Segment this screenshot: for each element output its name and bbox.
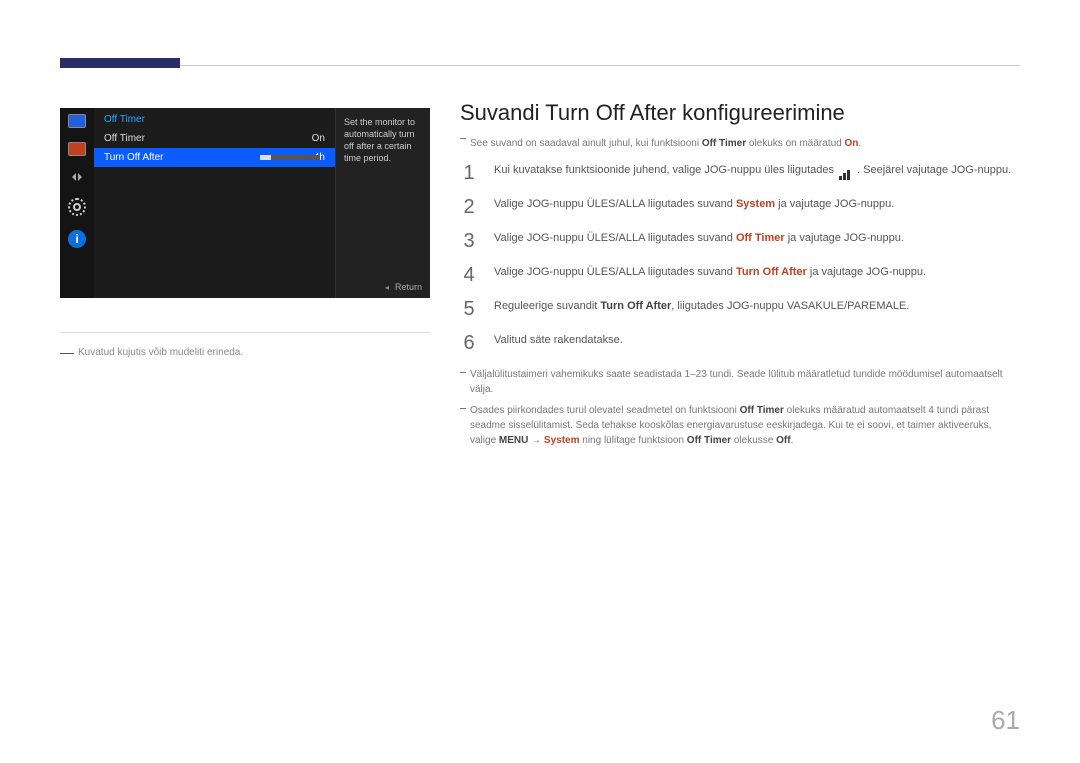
info-icon: i (68, 230, 86, 248)
chapter-color-bar (60, 58, 180, 68)
osd-turnoff-label: Turn Off After (104, 152, 163, 163)
osd-main-panel: Off Timer Off Timer On Turn Off After 4h… (94, 108, 335, 298)
step-1: 1 Kui kuvatakse funktsioonide juhend, va… (460, 163, 1020, 183)
offtimer-label: Off Timer (740, 405, 784, 416)
menu-label: MENU (499, 435, 528, 446)
step-number: 1 (460, 163, 478, 183)
osd-section-title: Off Timer (94, 108, 335, 129)
figure-separator (60, 332, 430, 333)
system-label: System (544, 435, 580, 446)
note-on-value: On (845, 138, 859, 149)
screen-icon (68, 114, 86, 128)
main-content: Suvandi Turn Off After konfigureerimine … (460, 100, 1020, 454)
note-text: olekuks on määratud (746, 138, 844, 149)
step-number: 2 (460, 197, 478, 217)
step-text: Valitud säte rakendatakse. (494, 333, 623, 353)
step-number: 6 (460, 333, 478, 353)
osd-nav-icons: i (60, 108, 94, 298)
text: Valige JOG-nuppu ÜLES/ALLA liigutades su… (494, 198, 736, 210)
page-number: 61 (991, 707, 1020, 733)
osd-row-offtimer: Off Timer On (94, 129, 335, 148)
text: Valige JOG-nuppu ÜLES/ALLA liigutades su… (494, 266, 736, 278)
step-number: 3 (460, 231, 478, 251)
arrow: → (528, 435, 544, 446)
offtimer-label: Off Timer (687, 435, 731, 446)
page-title: Suvandi Turn Off After konfigureerimine (460, 100, 1020, 126)
step-number: 5 (460, 299, 478, 319)
footnote-1: Väljalülitustaimeri vahemikuks saate sea… (460, 367, 1020, 397)
osd-offtimer-value: On (312, 133, 325, 144)
gear-icon (68, 198, 86, 216)
step-text: Valige JOG-nuppu ÜLES/ALLA liigutades su… (494, 265, 926, 285)
off-label: Off (776, 435, 790, 446)
text: . (791, 435, 794, 446)
note-text: See suvand on saadaval ainult juhul, kui… (470, 138, 702, 149)
osd-return-hint: Return (385, 282, 422, 292)
system-label: System (736, 198, 775, 210)
note-offtimer: Off Timer (702, 138, 746, 149)
footnote-2: Osades piirkondades turul olevatel seadm… (460, 403, 1020, 448)
offtimer-label: Off Timer (736, 232, 785, 244)
step-text: Valige JOG-nuppu ÜLES/ALLA liigutades su… (494, 197, 894, 217)
text: . Seejärel vajutage JOG-nuppu. (857, 164, 1011, 176)
text: ja vajutage JOG-nuppu. (785, 232, 904, 244)
figure-caption-text: Kuvatud kujutis võib mudeliti erineda. (78, 347, 243, 358)
text: Valige JOG-nuppu ÜLES/ALLA liigutades su… (494, 232, 736, 244)
step-3: 3 Valige JOG-nuppu ÜLES/ALLA liigutades … (460, 231, 1020, 251)
steps-list: 1 Kui kuvatakse funktsioonide juhend, va… (460, 163, 1020, 353)
step-text: Reguleerige suvandit Turn Off After, lii… (494, 299, 909, 319)
footnotes: Väljalülitustaimeri vahemikuks saate sea… (460, 367, 1020, 448)
availability-note: See suvand on saadaval ainult juhul, kui… (460, 138, 1020, 149)
header-divider (180, 65, 1020, 66)
figure-caption: ―Kuvatud kujutis võib mudeliti erineda. (60, 344, 243, 360)
step-2: 2 Valige JOG-nuppu ÜLES/ALLA liigutades … (460, 197, 1020, 217)
arrows-icon (68, 170, 86, 184)
text: Osades piirkondades turul olevatel seadm… (470, 405, 740, 416)
step-text: Kui kuvatakse funktsioonide juhend, vali… (494, 163, 1011, 183)
step-5: 5 Reguleerige suvandit Turn Off After, l… (460, 299, 1020, 319)
text: Kui kuvatakse funktsioonide juhend, vali… (494, 164, 837, 176)
menu-bars-icon (839, 164, 855, 174)
osd-screenshot: i Off Timer Off Timer On Turn Off After … (60, 108, 430, 298)
turnoffafter-label: Turn Off After (600, 300, 671, 312)
step-number: 4 (460, 265, 478, 285)
note-text: . (858, 138, 861, 149)
text: , liigutades JOG-nuppu VASAKULE/PAREMALE… (671, 300, 909, 312)
step-6: 6 Valitud säte rakendatakse. (460, 333, 1020, 353)
text: Reguleerige suvandit (494, 300, 600, 312)
osd-slider-track (260, 155, 320, 160)
turnoffafter-label: Turn Off After (736, 266, 807, 278)
text: ning lülitage funktsioon (580, 435, 687, 446)
osd-side-hint: Set the monitor to automatically turn of… (335, 108, 430, 298)
osd-slider-fill (260, 155, 271, 160)
step-4: 4 Valige JOG-nuppu ÜLES/ALLA liigutades … (460, 265, 1020, 285)
text: olekusse (731, 435, 776, 446)
text: ja vajutage JOG-nuppu. (807, 266, 926, 278)
step-text: Valige JOG-nuppu ÜLES/ALLA liigutades su… (494, 231, 904, 251)
osd-offtimer-label: Off Timer (104, 133, 145, 144)
picture-icon (68, 142, 86, 156)
text: ja vajutage JOG-nuppu. (775, 198, 894, 210)
